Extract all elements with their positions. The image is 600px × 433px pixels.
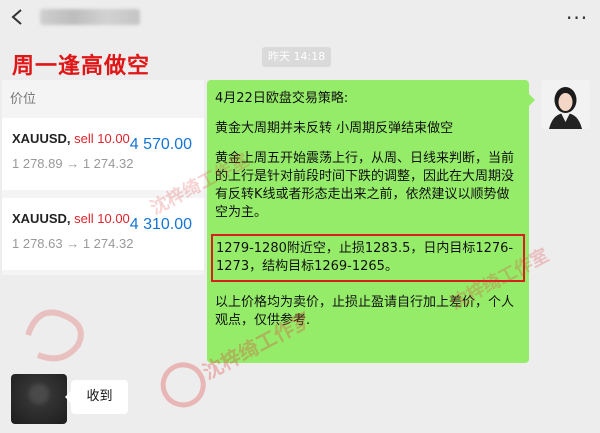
quote-side: sell 10.00 — [70, 211, 130, 226]
contact-avatar[interactable] — [11, 374, 67, 424]
quote-range: 1 278.89 → 1 274.32 — [12, 156, 134, 171]
quote-screenshot[interactable]: 价位 XAUUSD, sell 10.00 1 278.89 → 1 274.3… — [2, 80, 204, 275]
quote-header: 价位 — [10, 92, 37, 107]
quote-price: 4 310.00 — [129, 216, 192, 233]
chat-header: ··· — [0, 0, 600, 36]
more-icon[interactable]: ··· — [566, 8, 588, 28]
highlighted-trade-plan: 1279-1280附近空，止损1283.5，日内目标1276-1273，结构目标… — [211, 234, 525, 282]
back-icon[interactable] — [10, 8, 24, 26]
quote-range: 1 278.63 → 1 274.32 — [12, 236, 134, 251]
sender-avatar[interactable] — [541, 80, 590, 129]
quote-symbol: XAUUSD, sell 10.00 — [12, 131, 130, 146]
message-paragraph: 4月22日欧盘交易策略: — [215, 91, 349, 106]
person-avatar-icon — [541, 80, 590, 129]
message-paragraph: 黄金大周期并未反转 小周期反弹结束做空 — [215, 121, 454, 136]
overlay-title: 周一逢高做空 — [12, 54, 151, 79]
quote-row: XAUUSD, sell 10.00 1 278.63 → 1 274.32 4… — [2, 198, 204, 270]
quote-price: 4 570.00 — [129, 136, 192, 153]
message-paragraph: 黄金上周五开始震荡上行，从周、日线来判断，当前的上行是针对前段时间下跌的调整，因… — [215, 151, 515, 220]
incoming-message-bubble[interactable]: 收到 — [65, 380, 128, 414]
outgoing-message-bubble[interactable]: 4月22日欧盘交易策略: 黄金大周期并未反转 小周期反弹结束做空 黄金上周五开始… — [207, 80, 535, 363]
quote-symbol: XAUUSD, sell 10.00 — [12, 211, 130, 226]
message-paragraph: 以上价格均为卖价，止损止盈请自行加上差价，个人观点，仅供参考. — [215, 295, 515, 328]
message-timestamp: 昨天 14:18 — [262, 47, 332, 67]
watermark-logo-icon — [25, 309, 84, 362]
chat-title-blurred — [40, 9, 140, 25]
quote-side: sell 10.00 — [70, 131, 130, 146]
quote-row: XAUUSD, sell 10.00 1 278.89 → 1 274.32 4… — [2, 118, 204, 190]
